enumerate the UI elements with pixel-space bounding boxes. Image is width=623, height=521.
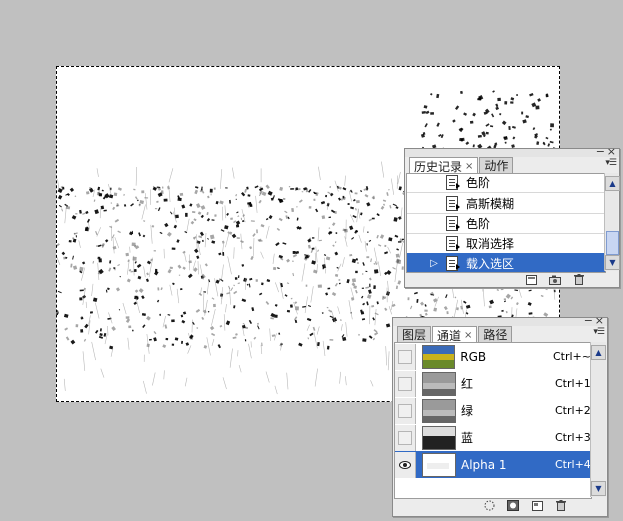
history-state-row[interactable]: 取消选择: [407, 233, 605, 254]
channel-thumbnail: [422, 425, 456, 450]
channel-name: 绿: [461, 404, 474, 418]
close-button[interactable]: ×: [607, 146, 616, 158]
panel-title-bar[interactable]: [405, 149, 619, 157]
history-spacer: [428, 234, 440, 252]
channel-row[interactable]: 蓝 Ctrl+3: [395, 424, 591, 451]
new-channel-icon[interactable]: [531, 500, 543, 511]
history-state-row[interactable]: ▷ 载入选区: [407, 253, 605, 272]
tab-label: 图层: [402, 328, 427, 342]
scroll-thumb[interactable]: [606, 231, 619, 255]
history-state-icon: [446, 256, 460, 271]
channel-thumbnail: [422, 398, 456, 423]
snapshot-source-checkbox[interactable]: [410, 214, 428, 232]
channel-shortcut: Ctrl+1: [555, 377, 591, 390]
channel-thumbnail: [422, 452, 456, 477]
channel-row[interactable]: RGB Ctrl+~: [395, 343, 591, 370]
history-state-row[interactable]: 高斯模糊: [407, 193, 605, 214]
channels-scrollbar[interactable]: ▲ ▼: [590, 342, 606, 497]
history-state-label: 色阶: [466, 175, 491, 190]
history-brush-marker-icon: ▷: [430, 257, 438, 269]
snapshot-source-checkbox[interactable]: [410, 194, 428, 212]
history-scrollbar[interactable]: ▲ ▼: [604, 173, 620, 271]
tab-label: 路径: [483, 328, 508, 342]
minimize-button[interactable]: −: [584, 315, 593, 327]
history-spacer: [428, 174, 440, 191]
channel-thumbnail: [421, 344, 456, 369]
history-state-label: 高斯模糊: [466, 196, 515, 211]
history-state-icon: [446, 216, 460, 231]
panel-menu-icon[interactable]: ▾☰: [605, 158, 617, 168]
new-document-from-state-icon[interactable]: [525, 274, 537, 285]
tab-label: 动作: [484, 159, 509, 173]
history-state-label: 取消选择: [466, 236, 515, 251]
channel-shortcut: Ctrl+3: [555, 431, 591, 444]
panel-title-bar[interactable]: [393, 318, 607, 326]
scroll-down-icon[interactable]: ▼: [591, 481, 606, 496]
scroll-up-icon[interactable]: ▲: [591, 345, 606, 360]
visibility-toggle[interactable]: [395, 424, 416, 451]
snapshot-source-checkbox[interactable]: [410, 174, 428, 191]
snapshot-source-checkbox[interactable]: [410, 234, 428, 252]
visibility-toggle[interactable]: [395, 370, 416, 397]
snapshot-source-checkbox[interactable]: [410, 254, 428, 272]
visibility-toggle[interactable]: [395, 343, 416, 370]
tab-layers[interactable]: 图层: [397, 326, 432, 343]
channel-row[interactable]: 绿 Ctrl+2: [395, 397, 591, 424]
snapshot-camera-icon[interactable]: [549, 274, 561, 285]
visibility-toggle[interactable]: [395, 397, 416, 424]
history-state-label: 载入选区: [466, 256, 515, 271]
tab-paths[interactable]: 路径: [478, 326, 513, 343]
history-state-row[interactable]: 色阶: [407, 174, 605, 193]
history-state-icon: [446, 236, 460, 251]
channel-name: 红: [461, 377, 474, 391]
channel-name: RGB: [460, 349, 487, 364]
tab-actions[interactable]: 动作: [479, 157, 514, 174]
history-state-row[interactable]: 色阶: [407, 213, 605, 234]
channel-shortcut: Ctrl+~: [552, 350, 591, 363]
channel-row[interactable]: Alpha 1 Ctrl+4: [395, 451, 591, 478]
channel-row[interactable]: 红 Ctrl+1: [395, 370, 591, 397]
scroll-down-icon[interactable]: ▼: [605, 255, 620, 270]
scroll-up-icon[interactable]: ▲: [605, 176, 620, 191]
history-state-icon: [446, 175, 460, 190]
visibility-eye-icon[interactable]: [395, 451, 416, 478]
panel-menu-icon[interactable]: ▾☰: [593, 327, 605, 337]
channels-footer: [483, 500, 567, 511]
channel-name: 蓝: [461, 431, 474, 445]
load-selection-icon[interactable]: [483, 500, 495, 511]
trash-icon[interactable]: [555, 500, 567, 511]
channel-name: Alpha 1: [461, 457, 507, 472]
close-button[interactable]: ×: [595, 315, 604, 327]
history-footer: [525, 274, 585, 285]
minimize-button[interactable]: −: [596, 146, 605, 158]
history-state-icon: [446, 196, 460, 211]
channel-shortcut: Ctrl+2: [555, 404, 591, 417]
history-spacer: [428, 214, 440, 232]
history-panel: − × 历史记录 × 动作 ▾☰ 色阶 高斯模糊 色阶 取消选择 ▷ 载入选区 ▲ ▼: [404, 146, 620, 288]
history-spacer: [428, 194, 440, 212]
channel-thumbnail: [422, 371, 456, 396]
channel-shortcut: Ctrl+4: [555, 458, 591, 471]
trash-icon[interactable]: [573, 274, 585, 285]
channels-panel: − × 图层 通道 × 路径 ▾☰ RGB Ctrl+~ 红 Ctrl+1 绿 Ctrl+…: [392, 315, 608, 517]
channels-list: RGB Ctrl+~ 红 Ctrl+1 绿 Ctrl+2 蓝 Ctrl+3 Alpha 1 Ctr…: [394, 342, 592, 499]
history-list: 色阶 高斯模糊 色阶 取消选择 ▷ 载入选区: [406, 173, 606, 273]
save-selection-icon[interactable]: [507, 500, 519, 511]
history-state-label: 色阶: [466, 216, 491, 231]
